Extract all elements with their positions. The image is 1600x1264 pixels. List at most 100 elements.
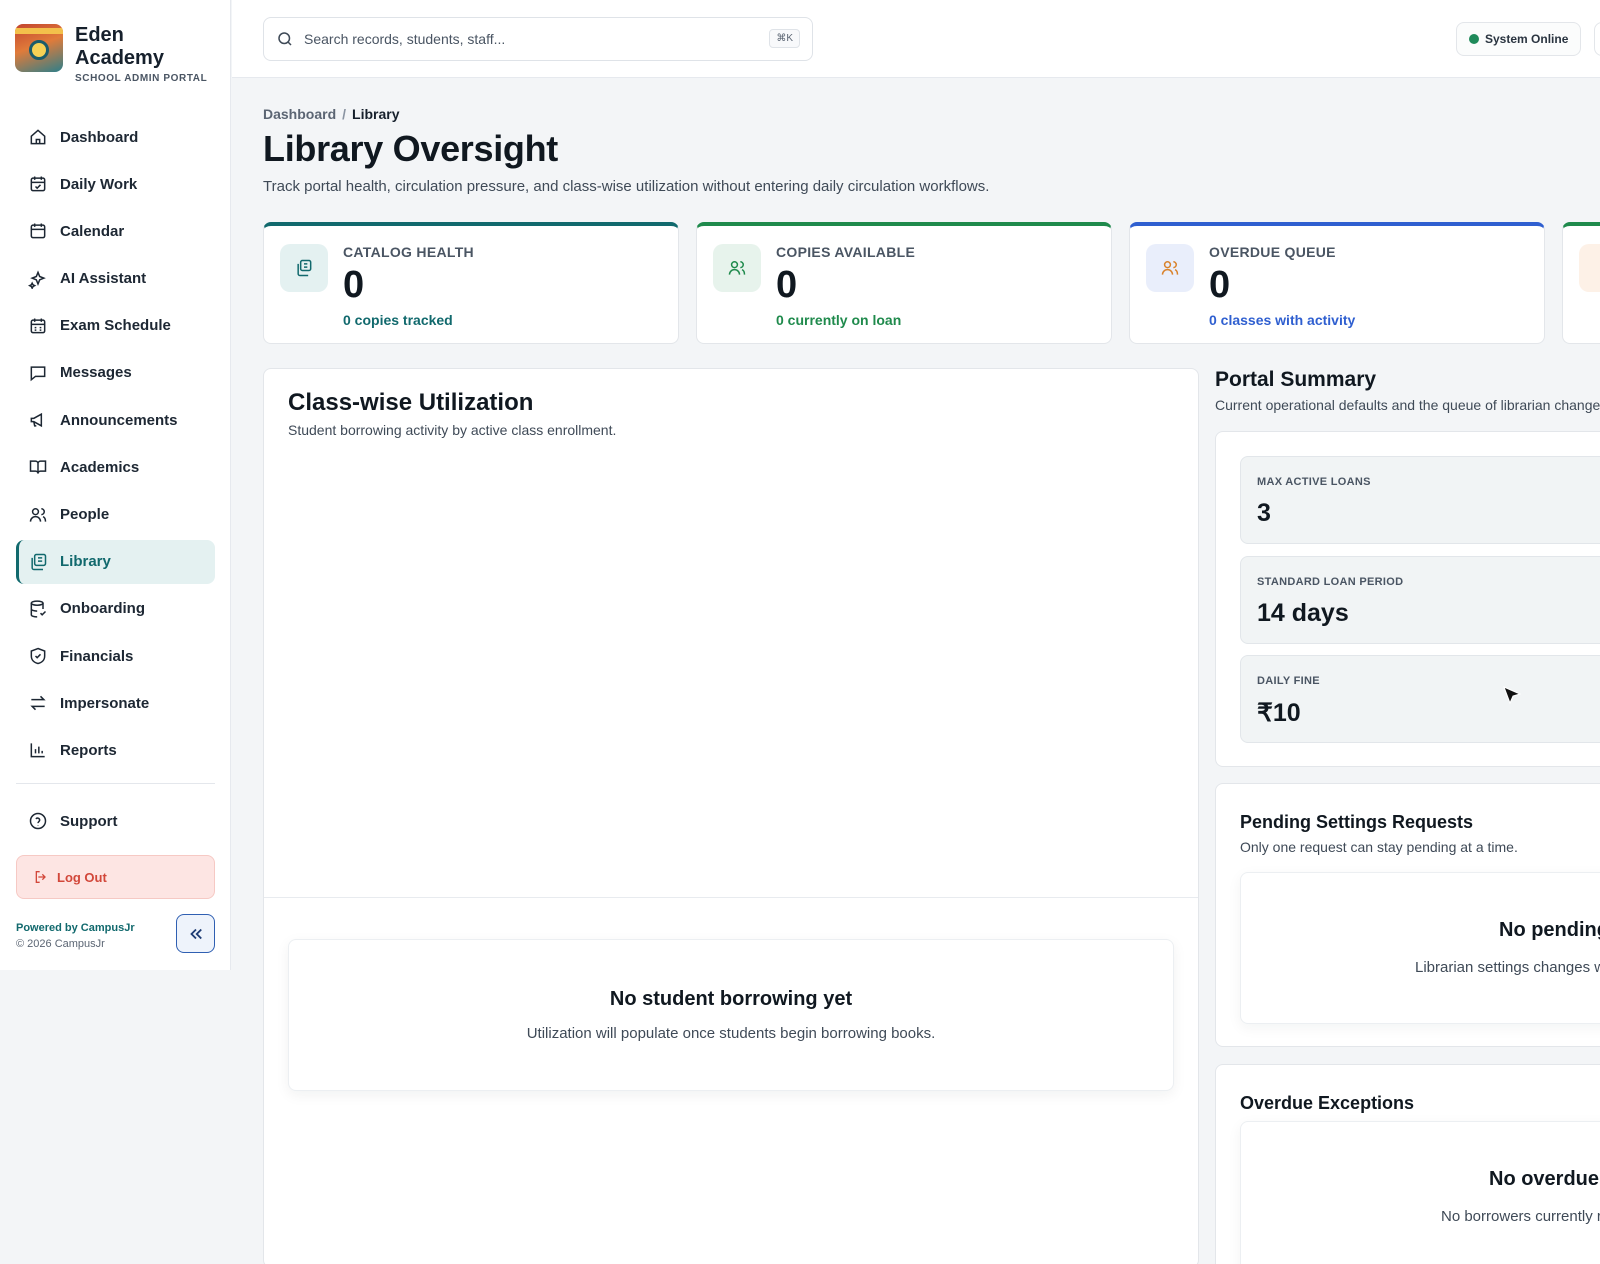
utilization-title: Class-wise Utilization <box>288 389 534 416</box>
message-icon <box>30 366 46 382</box>
sparkles-icon <box>28 269 46 289</box>
database-icon <box>30 600 47 618</box>
users-icon <box>1161 261 1179 275</box>
sidebar-item-financials[interactable]: Financials <box>16 634 215 678</box>
breadcrumb-separator: / <box>342 106 347 122</box>
stat-label: OVERDUE QUEUE <box>1209 244 1336 260</box>
sidebar-item-label: Calendar <box>60 222 125 240</box>
sidebar-item-label: Academics <box>60 458 140 476</box>
class-utilization-panel: Class-wise Utilization Student borrowing… <box>263 368 1199 1264</box>
calendar-grid-icon <box>30 318 46 334</box>
empty-text: Utilization will populate once students … <box>526 1025 936 1042</box>
stat-card-copies-available: COPIES AVAILABLE 0 0 currently on loan <box>696 222 1112 344</box>
utilization-empty-state: No student borrowing yet Utilization wil… <box>288 939 1174 1091</box>
sidebar-item-label: Dashboard <box>60 128 139 146</box>
page-subtitle: Track portal health, circulation pressur… <box>263 178 990 195</box>
stat-label: CATALOG HEALTH <box>343 244 474 260</box>
sidebar-item-ai-assistant[interactable]: AI Assistant <box>16 257 215 301</box>
sidebar-item-label: AI Assistant <box>60 270 147 288</box>
stat-card-partial <box>1562 222 1600 344</box>
brand[interactable]: Eden Academy SCHOOL ADMIN PORTAL <box>15 24 207 84</box>
summary-value: 14 days <box>1257 599 1349 627</box>
shield-check-icon <box>30 647 46 665</box>
stat-value: 0 <box>1209 264 1231 306</box>
copies-icon <box>297 259 312 277</box>
sidebar-item-announcements[interactable]: Announcements <box>16 398 215 442</box>
brand-subtitle: SCHOOL ADMIN PORTAL <box>75 73 208 84</box>
sidebar-item-academics[interactable]: Academics <box>16 445 215 489</box>
sidebar-item-impersonate[interactable]: Impersonate <box>16 681 215 725</box>
sidebar-item-label: Impersonate <box>60 694 150 712</box>
status-dot-icon <box>1469 34 1479 44</box>
search-input[interactable]: Search records, students, staff... ⌘K <box>263 17 813 61</box>
sidebar-item-support[interactable]: Support <box>16 799 215 843</box>
logout-label: Log Out <box>57 869 107 885</box>
pending-subtitle: Only one request can stay pending at a t… <box>1240 839 1518 855</box>
topbar-action-button[interactable] <box>1594 22 1600 56</box>
sidebar-item-onboarding[interactable]: Onboarding <box>16 587 215 631</box>
home-icon <box>30 129 46 145</box>
search-icon <box>278 32 292 46</box>
sidebar-item-daily-work[interactable]: Daily Work <box>16 162 215 206</box>
utilization-subtitle: Student borrowing activity by active cla… <box>288 422 617 438</box>
mouse-cursor-icon <box>1503 686 1521 705</box>
stat-sub: 0 classes with activity <box>1209 312 1356 328</box>
sidebar-item-messages[interactable]: Messages <box>16 351 215 395</box>
sidebar-item-library[interactable]: Library <box>16 539 215 584</box>
sidebar-item-label: Library <box>60 553 111 571</box>
sidebar-item-label: Messages <box>60 364 132 382</box>
sidebar-support: Support <box>16 799 215 846</box>
stat-sub: 0 copies tracked <box>343 312 453 328</box>
collapse-sidebar-button[interactable] <box>176 914 215 953</box>
topbar: Search records, students, staff... ⌘K Sy… <box>232 0 1600 78</box>
sidebar-item-label: Reports <box>60 741 117 759</box>
sidebar-item-label: Daily Work <box>60 175 138 193</box>
sidebar-item-label: Financials <box>60 647 134 665</box>
stat-value: 0 <box>776 264 798 306</box>
overdue-exceptions-panel: Overdue Exceptions No overdue No borrowe… <box>1215 1064 1600 1264</box>
sidebar-item-calendar[interactable]: Calendar <box>16 209 215 253</box>
stat-label: COPIES AVAILABLE <box>776 244 916 260</box>
portal-summary-panel: MAX ACTIVE LOANS 3 STANDARD LOAN PERIOD … <box>1215 431 1600 767</box>
summary-daily-fine: DAILY FINE ₹10 <box>1240 655 1600 743</box>
pending-empty-state: No pending Librarian settings changes w <box>1240 872 1600 1024</box>
breadcrumb: Dashboard / Library <box>263 106 399 122</box>
logout-button[interactable]: Log Out <box>16 855 215 899</box>
summary-standard-loan-period: STANDARD LOAN PERIOD 14 days <box>1240 556 1600 644</box>
calendar-icon <box>30 223 46 239</box>
sidebar-item-reports[interactable]: Reports <box>16 728 215 772</box>
sidebar-item-exam-schedule[interactable]: Exam Schedule <box>16 304 215 348</box>
help-circle-icon <box>29 812 47 830</box>
library-icon <box>31 553 47 570</box>
megaphone-icon <box>30 413 43 428</box>
summary-max-active-loans: MAX ACTIVE LOANS 3 <box>1240 456 1600 544</box>
stat-icon-box <box>1579 244 1600 292</box>
empty-title: No student borrowing yet <box>609 988 853 1010</box>
status-label: System Online <box>1485 32 1569 46</box>
school-logo <box>15 24 63 72</box>
logout-icon <box>35 871 46 883</box>
stat-icon-box <box>280 244 328 292</box>
arrows-swap-icon <box>30 696 46 711</box>
system-status-badge: System Online <box>1456 22 1582 56</box>
sidebar: Eden Academy SCHOOL ADMIN PORTAL Dashboa… <box>0 0 231 970</box>
search-shortcut-badge: ⌘K <box>769 29 800 48</box>
sidebar-item-dashboard[interactable]: Dashboard <box>16 115 215 159</box>
sidebar-item-label: Announcements <box>60 411 178 429</box>
powered-by[interactable]: Powered by CampusJr <box>16 922 135 934</box>
sidebar-item-label: Exam Schedule <box>60 317 171 335</box>
breadcrumb-link-dashboard[interactable]: Dashboard <box>263 106 336 122</box>
pending-settings-panel: Pending Settings Requests Only one reque… <box>1215 783 1600 1047</box>
search-placeholder: Search records, students, staff... <box>304 31 506 47</box>
sidebar-item-people[interactable]: People <box>16 493 215 537</box>
overdue-empty-text: No borrowers currently r <box>1441 1208 1600 1225</box>
overdue-empty-state: No overdue No borrowers currently r <box>1240 1121 1600 1264</box>
sidebar-item-label: Onboarding <box>60 600 145 618</box>
breadcrumb-current: Library <box>352 106 400 122</box>
pending-empty-title: No pending <box>1499 919 1600 941</box>
panel-divider <box>264 897 1198 898</box>
calendar-check-icon <box>30 176 46 192</box>
stat-icon-box <box>713 244 761 292</box>
summary-label: STANDARD LOAN PERIOD <box>1257 576 1404 588</box>
book-icon <box>29 460 47 475</box>
